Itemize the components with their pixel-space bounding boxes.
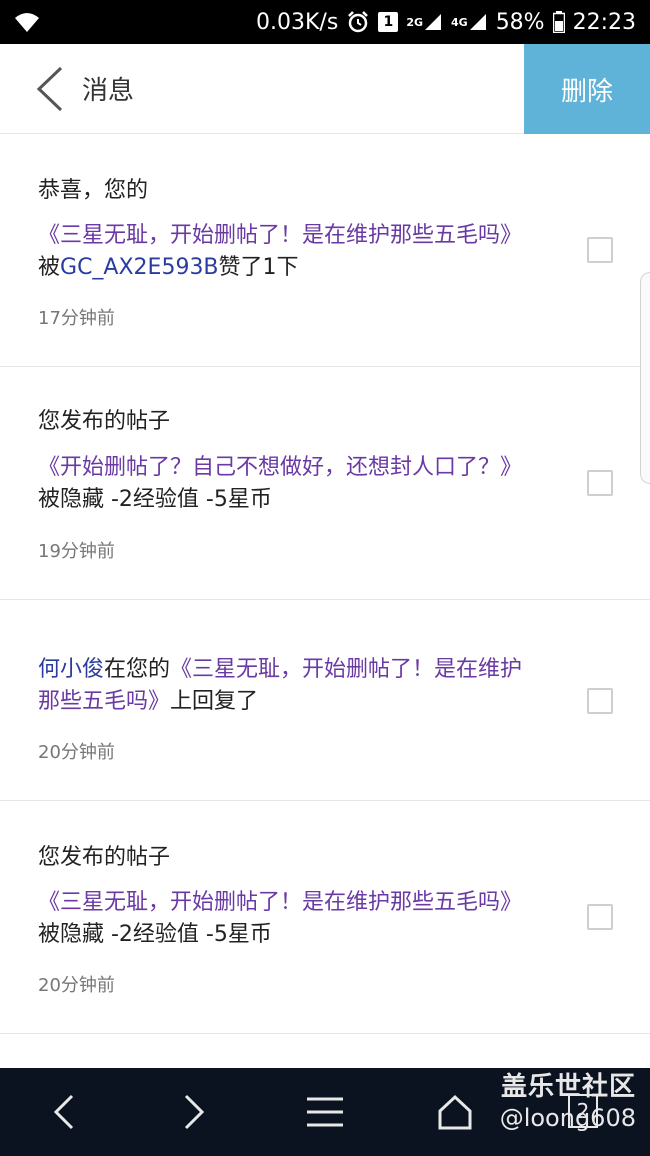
select-checkbox[interactable] [587,904,613,930]
select-checkbox[interactable] [587,470,613,496]
clock-time: 22:23 [572,9,636,35]
menu-icon [307,1097,343,1127]
watermark-title: 盖乐世社区 [500,1072,636,1102]
message-text: 被隐藏 -2经验值 -5星币 [38,487,272,512]
message-text: 上回复了 [170,689,259,714]
user-link[interactable]: 何小俊 [38,657,104,682]
message-time: 20分钟前 [38,975,115,996]
message-title: 您发布的帖子 [38,409,171,434]
list-item[interactable]: 您发布的帖子 《三星无耻，开始删帖了！是在维护那些五毛吗》被隐藏 -2经验值 -… [0,801,650,1034]
edge-panel-handle[interactable] [640,272,650,484]
home-button[interactable] [425,1088,485,1136]
message-text: 被 [38,255,61,280]
message-text: 被隐藏 -2经验值 -5星币 [38,922,272,947]
browser-back-button[interactable] [34,1088,94,1136]
post-link[interactable]: 《三星无耻，开始删帖了！是在维护那些五毛吗》 [38,890,522,915]
select-checkbox[interactable] [587,237,613,263]
post-link[interactable]: 《三星无耻，开始删帖了！是在维护那些五毛吗》 [38,223,522,248]
message-list: 恭喜，您的 《三星无耻，开始删帖了！是在维护那些五毛吗》被GC_AX2E593B… [0,134,650,1034]
watermark-user: @loong608 [499,1104,636,1132]
list-item[interactable]: 何小俊在您的《三星无耻，开始删帖了！是在维护那些五毛吗》上回复了 20分钟前 [0,600,650,801]
post-link[interactable]: 《开始删帖了？自己不想做好，还想封人口了？》 [38,455,522,480]
status-bar: 0.03K/s 1 2G 4G 58% 22:23 [0,0,650,44]
browser-forward-button[interactable] [164,1088,224,1136]
list-item[interactable]: 您发布的帖子 《开始删帖了？自己不想做好，还想封人口了？》被隐藏 -2经验值 -… [0,367,650,600]
message-body: 何小俊在您的《三星无耻，开始删帖了！是在维护那些五毛吗》上回复了 [38,654,538,718]
network-2g-label: 2G [406,15,423,29]
wifi-icon [14,11,40,33]
chevron-left-icon [53,1094,74,1130]
message-time: 17分钟前 [38,308,115,329]
battery-icon [552,11,565,33]
chevron-right-icon [184,1094,205,1130]
message-text: 在您的 [104,657,171,682]
sim-badge: 1 [378,12,399,32]
chevron-left-icon [36,66,63,112]
message-title: 恭喜，您的 [38,178,149,203]
list-item[interactable]: 恭喜，您的 《三星无耻，开始删帖了！是在维护那些五毛吗》被GC_AX2E593B… [0,134,650,367]
alarm-icon [346,10,370,34]
app-header: 消息 删除 [0,44,650,134]
menu-button[interactable] [295,1088,355,1136]
message-body: 《三星无耻，开始删帖了！是在维护那些五毛吗》被GC_AX2E593B赞了1下 [38,220,538,284]
signal-4g-icon: 4G [451,12,488,32]
select-checkbox[interactable] [587,688,613,714]
message-time: 20分钟前 [38,742,115,763]
message-title: 您发布的帖子 [38,845,171,870]
signal-2g-icon: 2G [406,12,443,32]
message-body: 《开始删帖了？自己不想做好，还想封人口了？》被隐藏 -2经验值 -5星币 [38,452,538,516]
message-body: 《三星无耻，开始删帖了！是在维护那些五毛吗》被隐藏 -2经验值 -5星币 [38,887,538,951]
page-title: 消息 [82,76,135,106]
home-icon [438,1094,472,1130]
back-button[interactable] [30,66,70,112]
battery-percent: 58% [495,9,545,35]
network-speed: 0.03K/s [256,9,339,35]
user-link[interactable]: GC_AX2E593B [60,255,219,280]
message-text: 赞了1下 [218,255,299,280]
message-time: 19分钟前 [38,541,115,562]
network-4g-label: 4G [451,15,468,29]
delete-button[interactable]: 删除 [524,44,650,134]
